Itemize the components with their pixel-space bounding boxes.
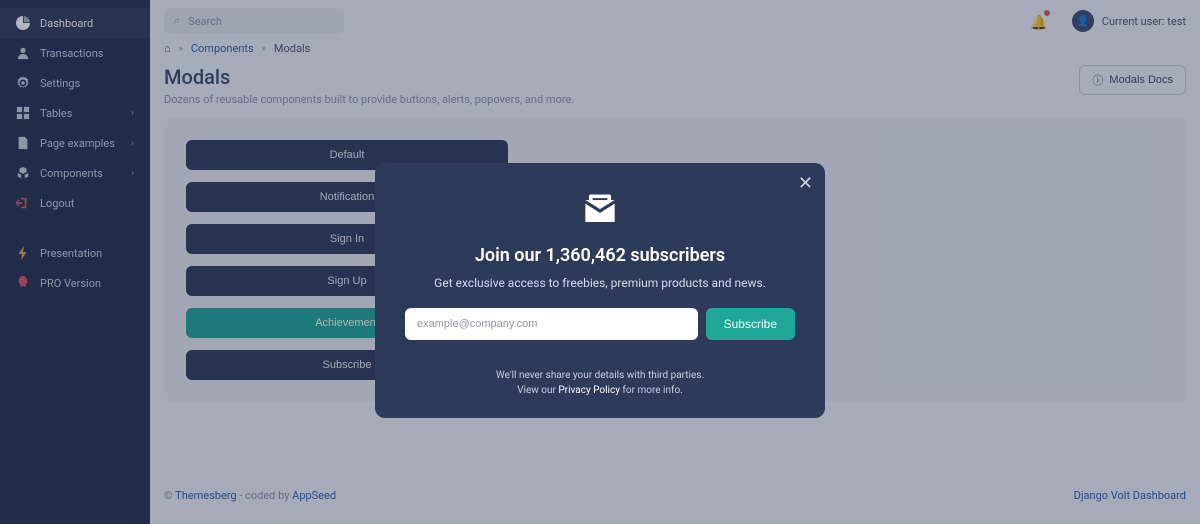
modal-title: Join our 1,360,462 subscribers: [405, 245, 795, 266]
modal-text: Get exclusive access to freebies, premiu…: [405, 276, 795, 290]
privacy-policy-link[interactable]: Privacy Policy: [558, 385, 620, 396]
email-input[interactable]: [405, 308, 698, 340]
modal-form: Subscribe: [405, 308, 795, 340]
close-icon: ✕: [798, 173, 813, 193]
subscribe-button[interactable]: Subscribe: [706, 308, 795, 340]
close-button[interactable]: ✕: [798, 173, 813, 194]
modal-footer-text: We'll never share your details with thir…: [405, 368, 795, 398]
envelope-icon: [405, 189, 795, 233]
subscribe-modal: ✕ Join our 1,360,462 subscribers Get exc…: [375, 163, 825, 418]
